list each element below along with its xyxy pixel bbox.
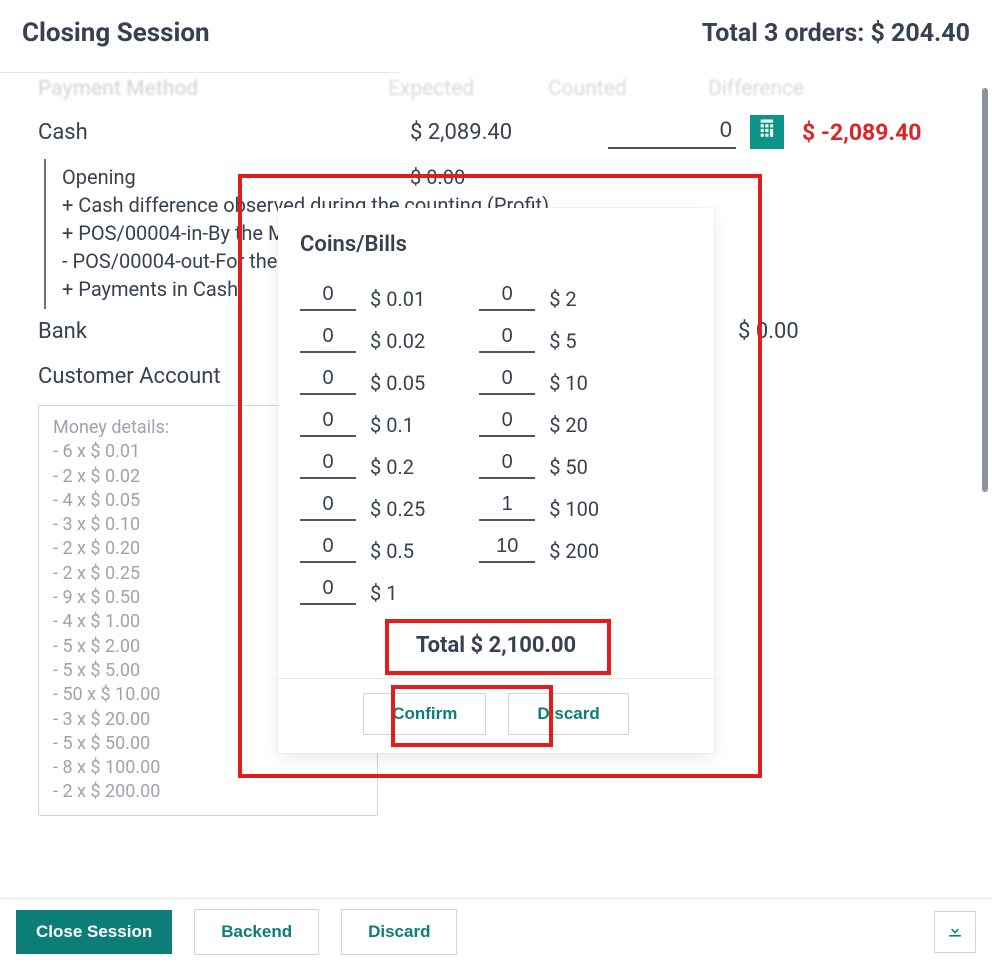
col-payment-method: Payment Method — [38, 77, 388, 101]
money-details-line: - 2 x $ 200.00 — [53, 780, 363, 804]
denom-input[interactable] — [300, 533, 356, 563]
coins-bills-popover: Coins/Bills $ 0.01 $ 0.02 $ 0.05 $ 0.1 $… — [278, 208, 714, 753]
denom-label: $ 20 — [549, 413, 588, 437]
popover-total: Total $ 2,100.00 — [300, 633, 692, 658]
denom-input[interactable] — [300, 281, 356, 311]
denom-input[interactable] — [300, 449, 356, 479]
opening-value: $ 0.00 — [410, 165, 465, 189]
denom-label: $ 5 — [549, 329, 576, 353]
denom-input[interactable] — [300, 365, 356, 395]
download-button[interactable] — [934, 911, 976, 953]
denom-label: $ 2 — [549, 287, 576, 311]
denom-label: $ 0.1 — [370, 413, 414, 437]
page-title: Closing Session — [22, 18, 210, 48]
denom-label: $ 0.25 — [370, 497, 425, 521]
denom-input[interactable] — [479, 533, 535, 563]
popover-title: Coins/Bills — [300, 232, 692, 257]
denom-label: $ 0.02 — [370, 329, 425, 353]
bottom-bar: Close Session Backend Discard — [0, 898, 992, 965]
calculator-icon — [756, 118, 778, 146]
denom-label: $ 0.2 — [370, 455, 414, 479]
denom-input[interactable] — [300, 407, 356, 437]
cash-label: Cash — [38, 120, 410, 145]
bank-difference: $ 0.00 — [738, 319, 938, 344]
denom-input[interactable] — [300, 575, 356, 605]
denom-label: $ 100 — [549, 497, 599, 521]
money-details-line: - 8 x $ 100.00 — [53, 756, 363, 780]
denom-label: $ 0.05 — [370, 371, 425, 395]
denom-input[interactable] — [479, 449, 535, 479]
cash-counted-input[interactable] — [608, 115, 736, 149]
backend-button[interactable]: Backend — [194, 909, 319, 955]
confirm-button[interactable]: Confirm — [363, 693, 486, 735]
denom-input[interactable] — [479, 281, 535, 311]
denom-label: $ 1 — [370, 581, 397, 605]
cash-difference: $ -2,089.40 — [802, 119, 921, 146]
opening-label: Opening — [62, 165, 410, 189]
col-counted: Counted — [548, 77, 708, 101]
col-difference: Difference — [708, 77, 908, 101]
column-headers: Payment Method Expected Counted Differen… — [38, 69, 972, 105]
denom-input[interactable] — [300, 491, 356, 521]
calculator-button[interactable] — [750, 115, 784, 149]
denom-label: $ 0.5 — [370, 539, 414, 563]
denom-label: $ 0.01 — [370, 287, 425, 311]
denom-input[interactable] — [479, 365, 535, 395]
denom-label: $ 200 — [549, 539, 599, 563]
denom-input[interactable] — [300, 323, 356, 353]
denom-label: $ 10 — [549, 371, 588, 395]
denom-input[interactable] — [479, 407, 535, 437]
close-session-button[interactable]: Close Session — [16, 910, 172, 954]
discard-session-button[interactable]: Discard — [341, 909, 457, 955]
download-icon — [945, 920, 965, 944]
row-cash: Cash $ 2,089.40 $ -2,089.40 — [38, 109, 972, 159]
header: Closing Session Total 3 orders: $ 204.40 — [0, 0, 992, 72]
discard-button[interactable]: Discard — [508, 693, 628, 735]
total-orders-label: Total 3 orders: $ 204.40 — [702, 19, 970, 48]
denom-label: $ 50 — [549, 455, 588, 479]
cash-expected: $ 2,089.40 — [410, 120, 566, 145]
denom-input[interactable] — [479, 491, 535, 521]
denom-input[interactable] — [479, 323, 535, 353]
col-expected: Expected — [388, 77, 548, 101]
